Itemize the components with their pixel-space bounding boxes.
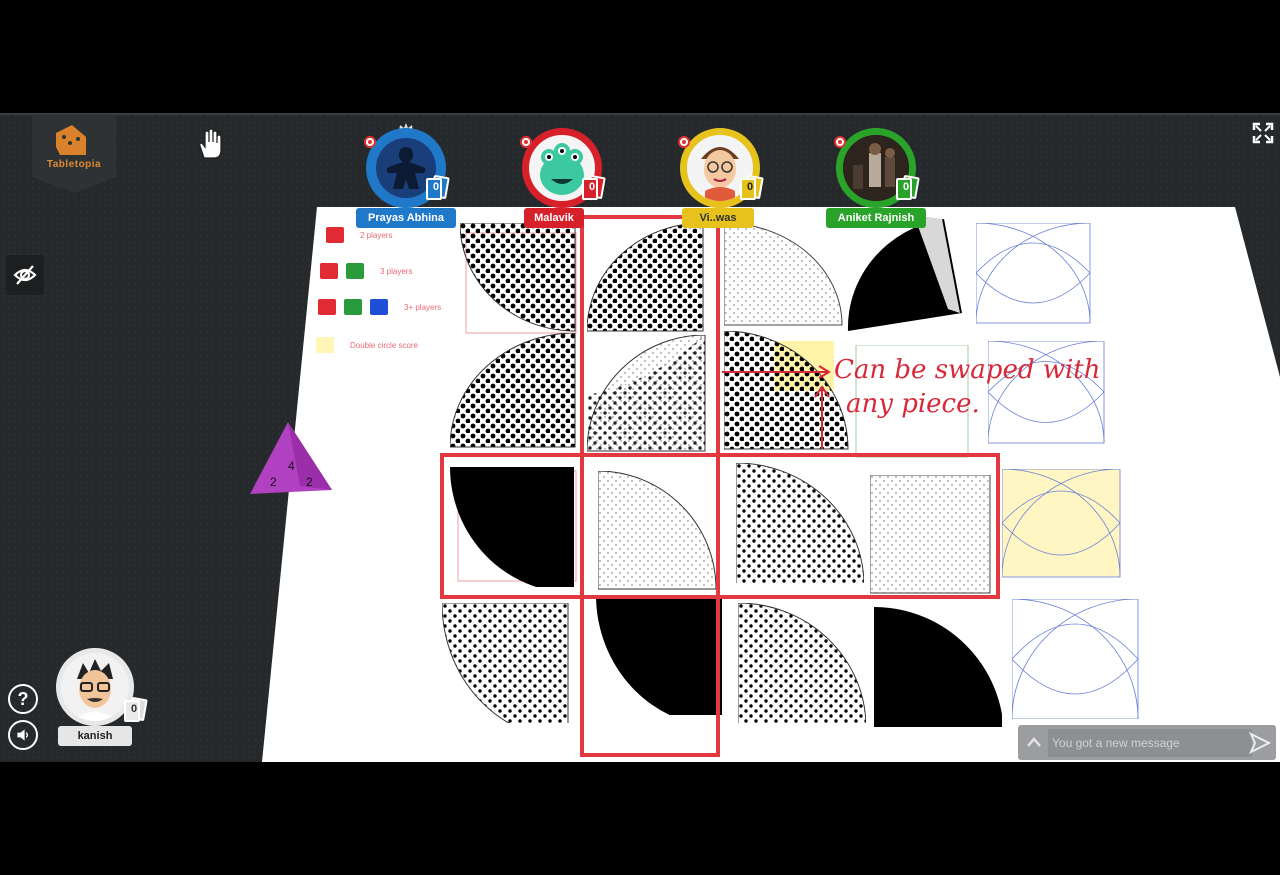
status-dot (520, 136, 532, 148)
board-tile-dense-dots[interactable] (450, 333, 578, 453)
board-tile-black[interactable] (596, 595, 724, 715)
legend-swatch (326, 227, 344, 243)
game-board[interactable]: 2 players 3 players 3+ players Double ci… (262, 207, 1280, 762)
d4-die-icon[interactable]: 4 2 2 (248, 420, 334, 498)
legend-swatch (320, 263, 338, 279)
player-name: Malavik (524, 208, 584, 228)
legend-swatch (318, 299, 336, 315)
legend-swatch (344, 299, 362, 315)
player-name: Vi..was (682, 208, 754, 228)
svg-text:2: 2 (270, 475, 277, 489)
board-tile-dense-dots[interactable] (460, 223, 588, 343)
hide-icon[interactable] (6, 255, 44, 295)
legend-label: 3 players (380, 266, 413, 276)
annotation-arrows (722, 365, 831, 449)
card-count: 0 (130, 703, 138, 715)
player-name: Aniket Rajnish (826, 208, 926, 228)
board-tile-medium-dots[interactable] (442, 603, 570, 723)
player-cards: 0 (582, 174, 608, 204)
svg-text:4: 4 (288, 459, 295, 473)
player-cards: 0 (426, 174, 452, 204)
card-count: 0 (432, 181, 440, 193)
board-tile-empty[interactable] (1012, 599, 1140, 719)
board-tile-black[interactable] (844, 213, 972, 333)
player-cards: 0 (740, 174, 766, 204)
top-divider (0, 113, 1280, 115)
card-count: 0 (902, 181, 910, 193)
legend-label: 2 players (360, 230, 393, 240)
svg-text:2: 2 (306, 475, 313, 489)
fullscreen-icon[interactable] (1252, 122, 1274, 144)
board-tile-split-dots[interactable] (587, 335, 715, 455)
status-dot (678, 136, 690, 148)
hand-cursor-icon[interactable] (195, 128, 225, 160)
status-dot (364, 136, 376, 148)
status-dot (834, 136, 846, 148)
player-name: Prayas Abhina (356, 208, 456, 228)
board-tile-light-dots[interactable] (870, 475, 998, 595)
help-icon[interactable]: ? (8, 684, 38, 714)
self-player[interactable]: 0 kanish (54, 648, 154, 750)
player-vishwas[interactable]: 0 Vi..was (670, 128, 770, 228)
self-name: kanish (58, 726, 132, 746)
legend-swatch (346, 263, 364, 279)
player-aniket[interactable]: 0 Aniket Rajnish (826, 128, 926, 228)
board-tile-empty[interactable] (976, 223, 1104, 343)
board-tile-medium-dots[interactable] (738, 603, 866, 723)
legend-label: 3+ players (404, 302, 442, 312)
chevron-up-icon[interactable] (1026, 735, 1042, 749)
board-tile-dense-dots[interactable] (587, 223, 715, 343)
board-tile-black[interactable] (450, 467, 578, 587)
board-tile-black[interactable] (874, 607, 1002, 727)
logo-text: Tabletopia (46, 159, 102, 170)
player-malavik[interactable]: 0 Malavik (512, 128, 612, 228)
legend-label: Double circle score (350, 340, 419, 350)
sound-icon[interactable] (8, 720, 38, 750)
legend-swatch (370, 299, 388, 315)
card-count: 0 (588, 181, 596, 193)
annotation-line-1: Can be swaped with (834, 355, 1101, 385)
send-icon[interactable] (1248, 731, 1272, 755)
annotation-text: Can be swaped with any piece. (834, 353, 1101, 421)
self-cards: 0 (124, 696, 150, 726)
self-avatar (56, 648, 134, 726)
board-tile-medium-dots[interactable] (736, 463, 864, 583)
chat-input[interactable] (1048, 729, 1252, 757)
legend-row-double-circle: Double circle score (316, 337, 418, 353)
chat-bar (1018, 725, 1276, 760)
player-cards: 0 (896, 174, 922, 204)
board-tile-light-dots[interactable] (724, 223, 852, 343)
legend-swatch (316, 337, 334, 353)
legend-row-3-players: 3 players (320, 263, 412, 279)
board-tile-light-dots[interactable] (598, 471, 726, 591)
board-tile-yellow-empty[interactable] (1002, 469, 1130, 589)
player-prayas[interactable]: 0 Prayas Abhina (356, 123, 456, 228)
tabletopia-logo[interactable]: Tabletopia (32, 115, 116, 193)
legend-row-3plus-players: 3+ players (318, 299, 441, 315)
annotation-line-2: any piece. (846, 389, 980, 419)
cartoon-face-icon (77, 659, 113, 721)
card-count: 0 (746, 181, 754, 193)
legend-row-2-players: 2 players (326, 227, 392, 243)
